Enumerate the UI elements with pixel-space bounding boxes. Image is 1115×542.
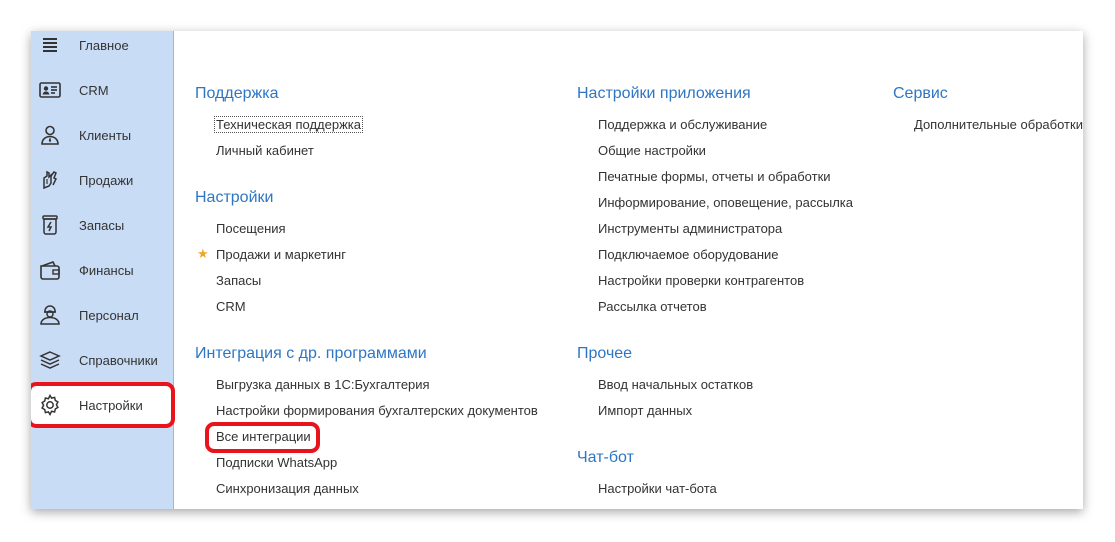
sidebar-item-crm[interactable]: CRM xyxy=(31,70,173,110)
group-title-app-settings: Настройки приложения xyxy=(577,85,751,102)
gear-icon xyxy=(37,392,63,418)
link-additional-processing[interactable]: Дополнительные обработки xyxy=(914,117,1083,132)
sidebar-item-settings[interactable]: Настройки xyxy=(31,385,173,425)
group-title-chatbot: Чат-бот xyxy=(577,449,634,466)
menu-icon xyxy=(37,32,63,58)
link-stock[interactable]: Запасы xyxy=(216,273,261,288)
sidebar-item-label: Настройки xyxy=(79,397,143,413)
link-data-import[interactable]: Импорт данных xyxy=(598,403,692,418)
link-sales-marketing[interactable]: Продажи и маркетинг xyxy=(216,247,346,262)
group-title-support: Поддержка xyxy=(195,85,279,102)
link-personal-account[interactable]: Личный кабинет xyxy=(216,143,314,158)
sidebar-item-main[interactable]: Главное xyxy=(31,31,173,65)
link-chatbot-settings[interactable]: Настройки чат-бота xyxy=(598,481,717,496)
app-window: Главное CRM Клиенты Продажи Запасы Финан… xyxy=(31,31,1083,509)
main-content: Поддержка Техническая поддержка Личный к… xyxy=(174,31,1083,509)
group-title-settings: Настройки xyxy=(195,189,274,206)
layers-icon xyxy=(37,347,63,373)
sidebar-item-staff[interactable]: Персонал xyxy=(31,295,173,335)
link-crm[interactable]: CRM xyxy=(216,299,246,314)
group-title-other: Прочее xyxy=(577,345,633,362)
link-visits[interactable]: Посещения xyxy=(216,221,286,236)
link-counterparty-check[interactable]: Настройки проверки контрагентов xyxy=(598,273,804,288)
sidebar: Главное CRM Клиенты Продажи Запасы Финан… xyxy=(31,31,175,509)
link-whatsapp-subscriptions[interactable]: Подписки WhatsApp xyxy=(216,455,337,470)
favorite-star-icon[interactable]: ★ xyxy=(197,246,209,262)
link-print-forms[interactable]: Печатные формы, отчеты и обработки xyxy=(598,169,831,184)
link-export-1c[interactable]: Выгрузка данных в 1С:Бухгалтерия xyxy=(216,377,430,392)
link-tech-support[interactable]: Техническая поддержка xyxy=(214,116,363,133)
sidebar-item-label: Продажи xyxy=(79,172,134,188)
link-data-sync[interactable]: Синхронизация данных xyxy=(216,481,359,496)
link-report-mailing[interactable]: Рассылка отчетов xyxy=(598,299,707,314)
sidebar-item-clients[interactable]: Клиенты xyxy=(31,115,173,155)
wallet-icon xyxy=(37,257,63,283)
sidebar-item-finance[interactable]: Финансы xyxy=(31,250,173,290)
link-notifications[interactable]: Информирование, оповещение, рассылка xyxy=(598,195,853,210)
sidebar-item-label: Запасы xyxy=(79,217,125,233)
link-general-settings[interactable]: Общие настройки xyxy=(598,143,706,158)
group-title-service: Сервис xyxy=(893,85,948,102)
link-opening-balances[interactable]: Ввод начальных остатков xyxy=(598,377,753,392)
client-icon xyxy=(37,122,63,148)
link-admin-tools[interactable]: Инструменты администратора xyxy=(598,221,782,236)
link-support-maintenance[interactable]: Поддержка и обслуживание xyxy=(598,117,767,132)
link-all-integrations[interactable]: Все интеграции xyxy=(216,429,311,444)
sidebar-item-label: Справочники xyxy=(79,352,158,368)
sidebar-item-directories[interactable]: Справочники xyxy=(31,340,173,380)
contact-card-icon xyxy=(37,77,63,103)
link-accounting-docs[interactable]: Настройки формирования бухгалтерских док… xyxy=(216,403,538,418)
sidebar-item-label: Финансы xyxy=(79,262,134,278)
sidebar-item-sales[interactable]: Продажи xyxy=(31,160,173,200)
sidebar-item-label: CRM xyxy=(79,82,109,98)
sidebar-item-label: Клиенты xyxy=(79,127,132,143)
sidebar-item-label: Персонал xyxy=(79,307,139,323)
staff-icon xyxy=(37,302,63,328)
sales-hand-icon xyxy=(37,167,63,193)
group-title-integration: Интеграция с др. программами xyxy=(195,345,427,362)
sidebar-item-stock[interactable]: Запасы xyxy=(31,205,173,245)
link-equipment[interactable]: Подключаемое оборудование xyxy=(598,247,779,262)
sidebar-item-label: Главное xyxy=(79,37,129,53)
stock-jar-icon xyxy=(37,212,63,238)
